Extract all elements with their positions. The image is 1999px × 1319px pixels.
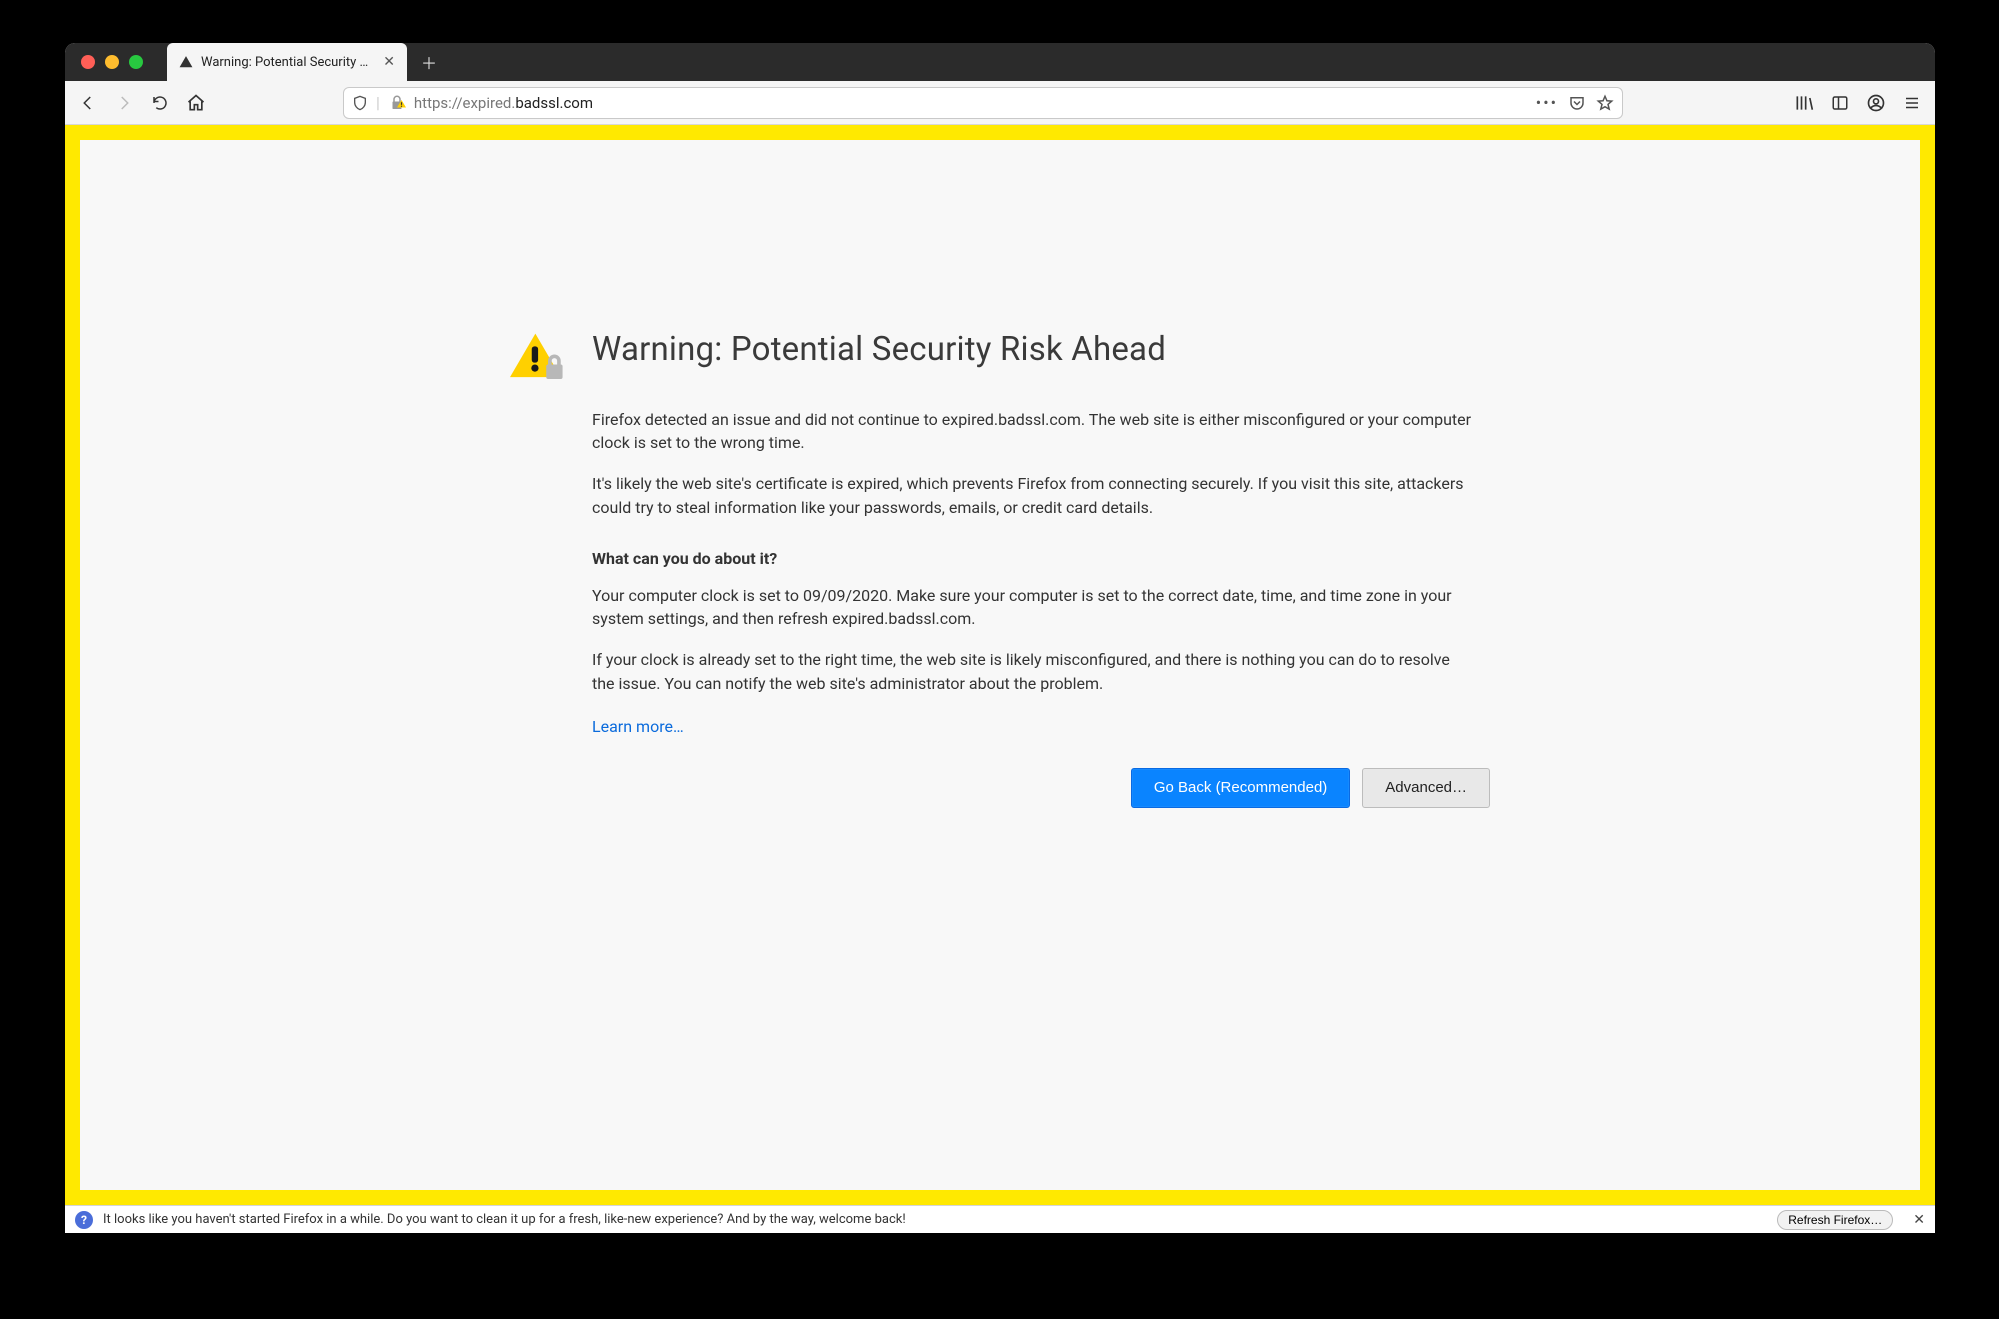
error-paragraph-3: Your computer clock is set to 09/09/2020…	[592, 584, 1472, 630]
notification-bar: ? It looks like you haven't started Fire…	[65, 1205, 1935, 1233]
refresh-firefox-button[interactable]: Refresh Firefox…	[1777, 1210, 1893, 1230]
warning-icon	[179, 55, 193, 69]
error-paragraph-4: If your clock is already set to the righ…	[592, 648, 1472, 694]
warning-triangle-icon	[510, 330, 566, 386]
url-bar[interactable]: | https://expired.badssl.com •••	[343, 87, 1623, 119]
learn-more-link[interactable]: Learn more…	[592, 715, 684, 738]
url-subdomain: expired.	[463, 94, 516, 112]
notification-text: It looks like you haven't started Firefo…	[103, 1212, 906, 1227]
tab-title: Warning: Potential Security Risk	[201, 55, 375, 70]
notification-close-button[interactable]: ✕	[1913, 1212, 1925, 1228]
browser-window: Warning: Potential Security Risk ✕ ＋ |	[65, 43, 1935, 1233]
error-page: Warning: Potential Security Risk Ahead F…	[510, 140, 1490, 808]
reload-button[interactable]	[145, 88, 175, 118]
go-back-button[interactable]: Go Back (Recommended)	[1131, 768, 1350, 808]
url-text: https://expired.badssl.com	[414, 94, 593, 112]
error-paragraph-2: It's likely the web site's certificate i…	[592, 472, 1472, 518]
url-scheme: https://	[414, 94, 463, 112]
forward-button	[109, 88, 139, 118]
lock-warning-icon[interactable]	[388, 94, 406, 112]
error-paragraph-1: Firefox detected an issue and did not co…	[592, 408, 1472, 454]
home-button[interactable]	[181, 88, 211, 118]
info-icon: ?	[75, 1211, 93, 1229]
pocket-icon[interactable]	[1568, 94, 1586, 112]
page-actions-button[interactable]: •••	[1536, 93, 1558, 112]
toolbar: | https://expired.badssl.com •••	[65, 81, 1935, 125]
url-host: badssl.com	[515, 94, 593, 112]
library-button[interactable]	[1789, 88, 1819, 118]
app-menu-button[interactable]	[1897, 88, 1927, 118]
bookmark-star-icon[interactable]	[1596, 94, 1614, 112]
window-zoom-button[interactable]	[129, 55, 143, 69]
advanced-button[interactable]: Advanced…	[1362, 768, 1490, 808]
security-warning-frame: Warning: Potential Security Risk Ahead F…	[65, 125, 1935, 1205]
back-button[interactable]	[73, 88, 103, 118]
tab-strip: Warning: Potential Security Risk ✕ ＋	[65, 43, 1935, 81]
sidebar-button[interactable]	[1825, 88, 1855, 118]
tab-close-button[interactable]: ✕	[383, 54, 395, 70]
window-controls	[75, 55, 151, 69]
account-button[interactable]	[1861, 88, 1891, 118]
error-subheading: What can you do about it?	[592, 547, 1472, 570]
page-title: Warning: Potential Security Risk Ahead	[592, 330, 1166, 369]
new-tab-button[interactable]: ＋	[419, 52, 439, 72]
window-minimize-button[interactable]	[105, 55, 119, 69]
browser-tab[interactable]: Warning: Potential Security Risk ✕	[167, 43, 407, 81]
content-area: Warning: Potential Security Risk Ahead F…	[65, 125, 1935, 1205]
tracking-shield-icon[interactable]	[352, 95, 368, 111]
window-close-button[interactable]	[81, 55, 95, 69]
